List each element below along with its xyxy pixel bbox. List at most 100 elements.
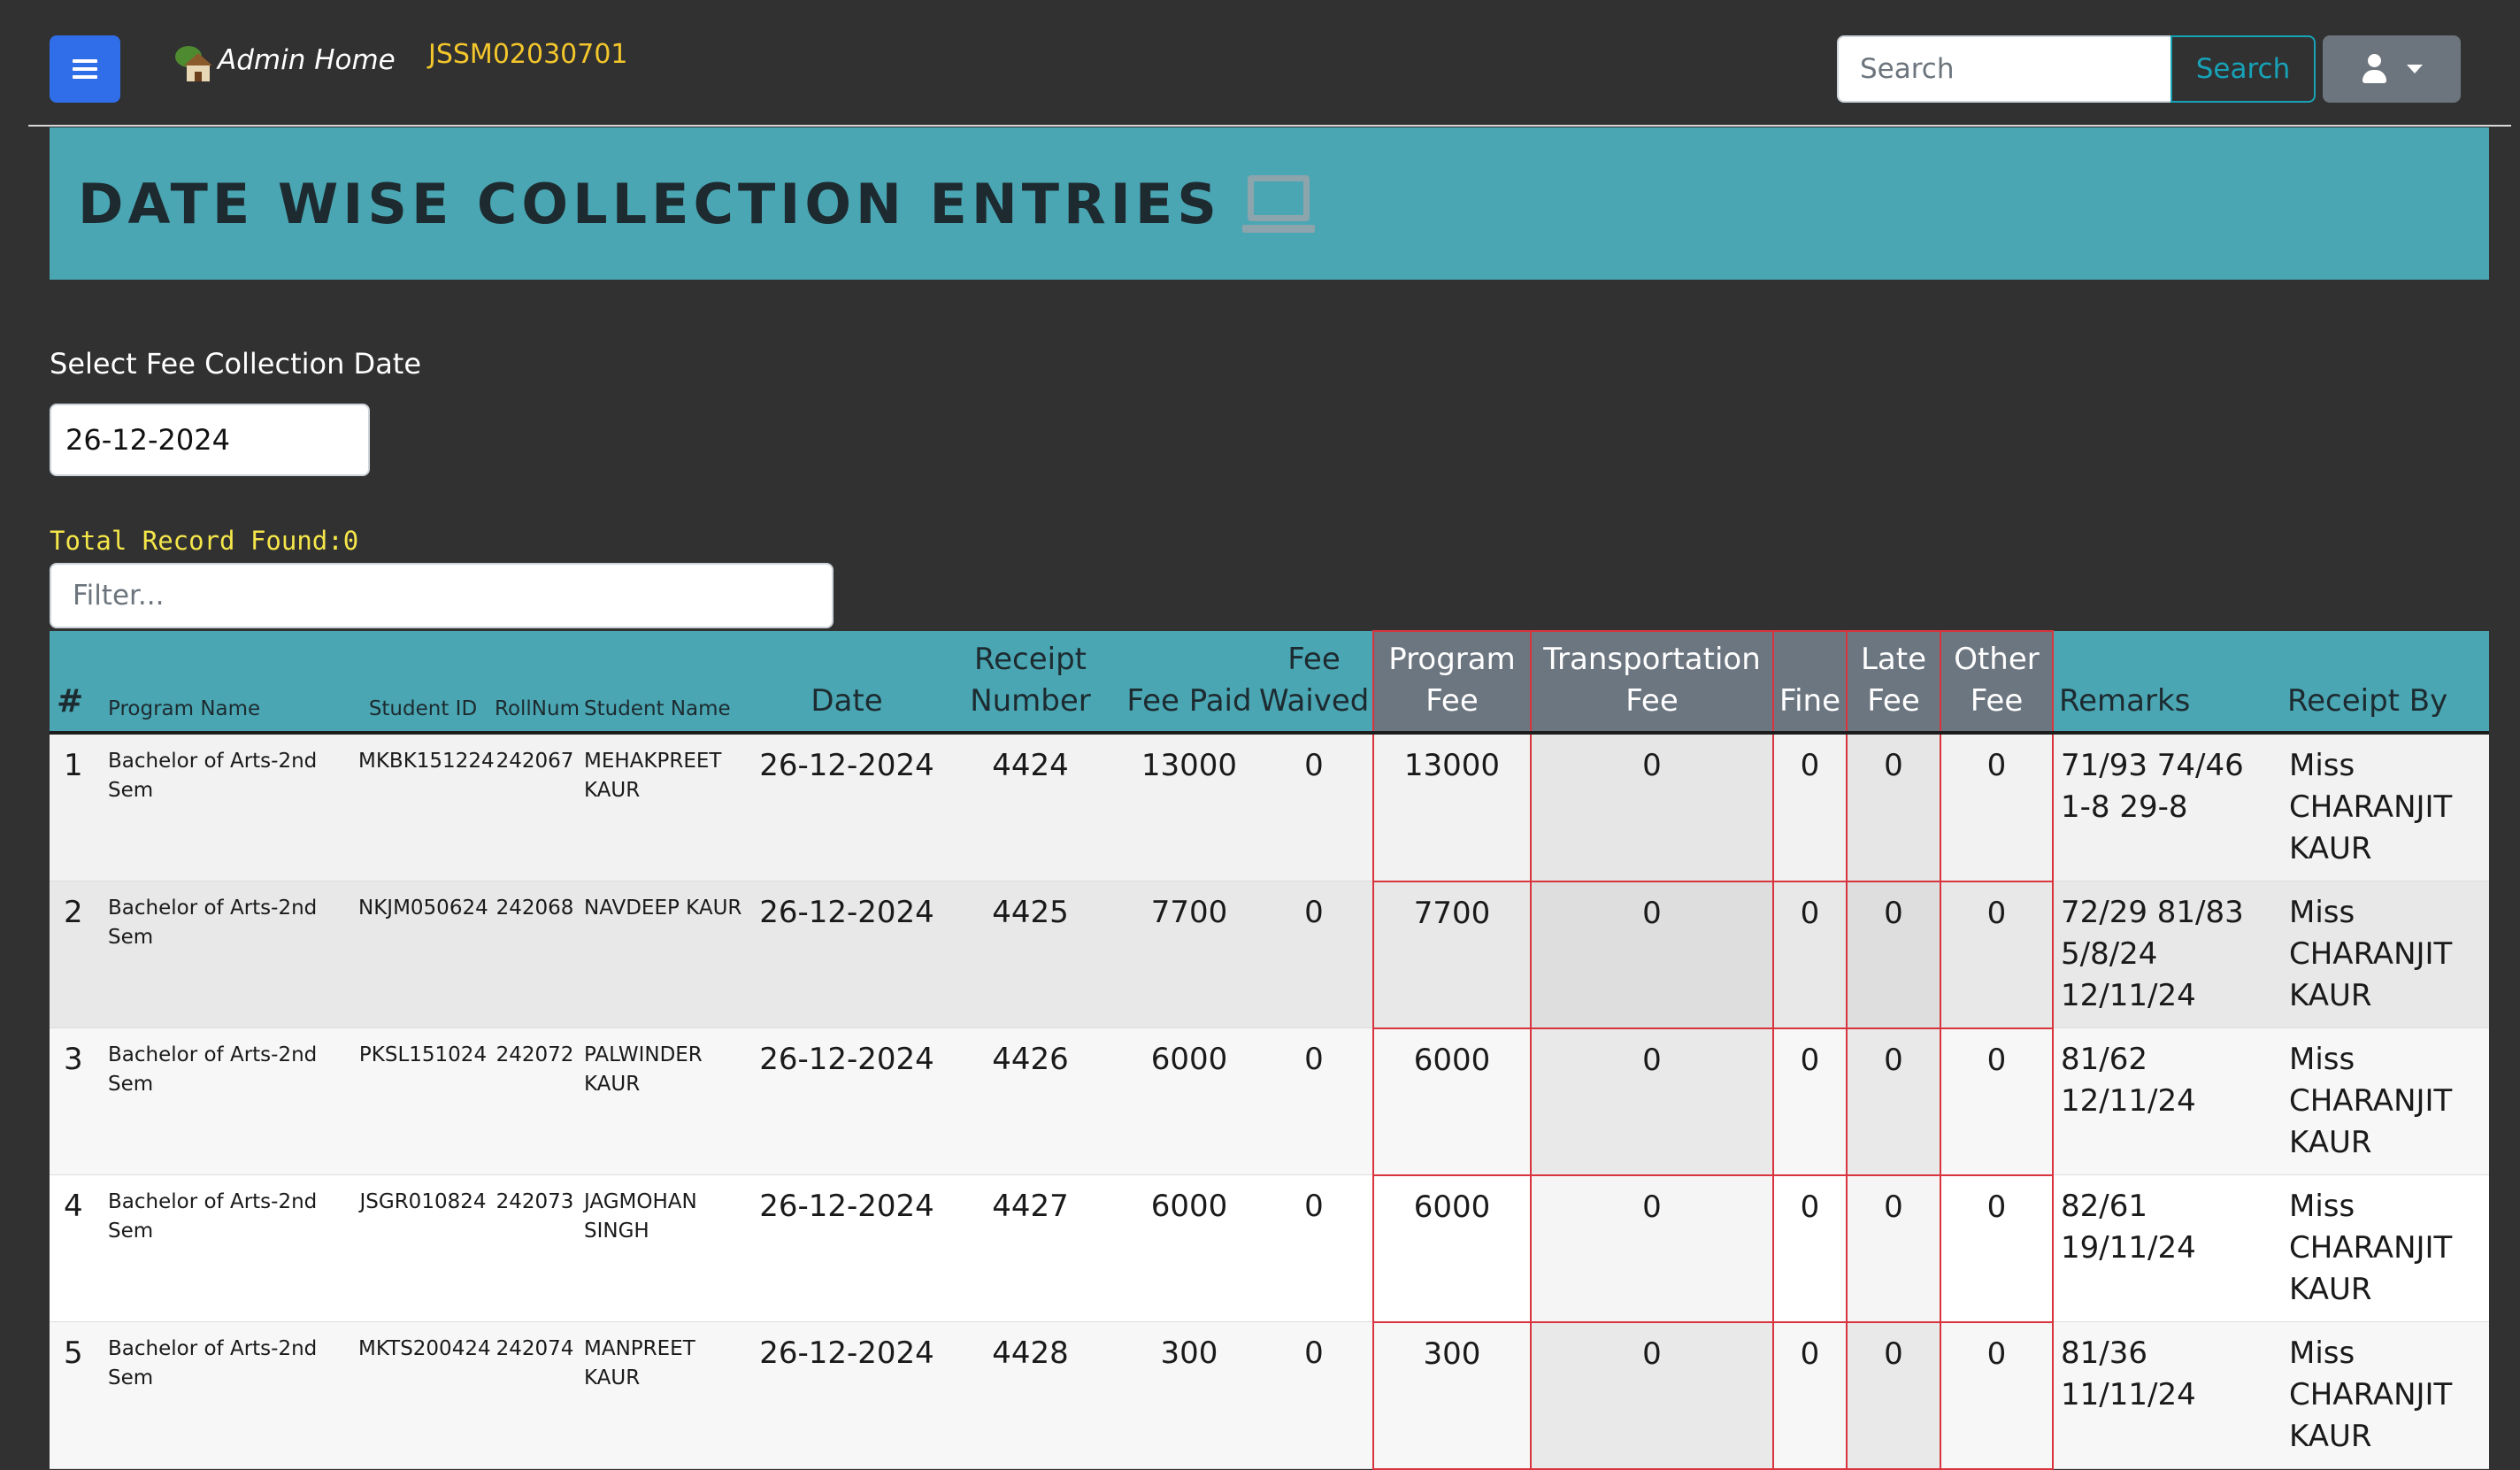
receipt-by-cell: Miss CHARANJIT KAUR: [2282, 1027, 2489, 1175]
roll-num-cell: 242067: [491, 733, 579, 881]
other-fee-cell: 0: [1940, 733, 2054, 882]
receipt-by-cell: Miss CHARANJIT KAUR: [2282, 1174, 2489, 1322]
collection-date-input[interactable]: [50, 404, 370, 476]
search-input[interactable]: [1837, 35, 2171, 103]
late-fee-cell: 0: [1846, 881, 1941, 1029]
col-fine[interactable]: Fine: [1772, 630, 1848, 735]
student-id-cell: MKBK151224: [355, 733, 495, 881]
student-name-cell: JAGMOHAN SINGH: [579, 1174, 756, 1322]
receipt-number-cell: 4427: [938, 1174, 1123, 1322]
date-cell: 26-12-2024: [756, 1321, 938, 1469]
student-id-cell: NKJM050624: [355, 881, 491, 1028]
fine-cell: 0: [1772, 1321, 1848, 1470]
date-cell: 26-12-2024: [756, 1027, 938, 1175]
late-fee-cell: 0: [1846, 1321, 1941, 1470]
admin-home-label: Admin Home: [218, 44, 396, 76]
col-receipt-by[interactable]: Receipt By: [2282, 631, 2489, 735]
program-name-cell: Bachelor of Arts-2nd Sem: [103, 881, 355, 1028]
user-menu-button[interactable]: [2323, 35, 2461, 103]
search-button[interactable]: Search: [2170, 35, 2316, 103]
program-fee-cell: 6000: [1372, 1174, 1532, 1323]
fine-cell: 0: [1772, 881, 1848, 1029]
records-found-text: Total Record Found:0: [50, 526, 359, 556]
col-student-id[interactable]: Student ID: [355, 631, 491, 735]
row-number: 2: [50, 881, 103, 1028]
roll-num-cell: 242072: [491, 1027, 579, 1175]
table-row[interactable]: 5 Bachelor of Arts-2nd Sem MKTS200424 24207…: [50, 1321, 2489, 1470]
col-date[interactable]: Date: [756, 631, 938, 735]
table-header-row: # Program Name Student ID RollNum Studen…: [50, 630, 2489, 735]
table-row[interactable]: 4 Bachelor of Arts-2nd Sem JSGR010824 24207…: [50, 1174, 2489, 1323]
remarks-cell: 71/93 74/46 1-8 29-8: [2053, 733, 2282, 881]
program-fee-cell: 300: [1372, 1321, 1532, 1470]
hamburger-icon: [73, 59, 97, 79]
receipt-number-cell: 4424: [938, 733, 1123, 881]
row-number: 3: [50, 1027, 103, 1175]
institution-code: JSSM02030701: [428, 39, 628, 70]
caret-down-icon: [2407, 65, 2423, 73]
other-fee-cell: 0: [1940, 881, 2054, 1029]
receipt-by-cell: Miss CHARANJIT KAUR: [2282, 881, 2489, 1028]
student-name-cell: MANPREET KAUR: [579, 1321, 756, 1469]
late-fee-cell: 0: [1846, 1174, 1941, 1323]
remarks-cell: 82/61 19/11/24: [2053, 1174, 2282, 1322]
fee-paid-cell: 7700: [1123, 881, 1256, 1028]
receipt-number-cell: 4426: [938, 1027, 1123, 1175]
fee-waived-cell: 0: [1256, 1321, 1373, 1469]
house-icon: [173, 37, 214, 83]
program-name-cell: Bachelor of Arts-2nd Sem: [103, 733, 355, 881]
table-row[interactable]: 3 Bachelor of Arts-2nd Sem PKSL151024 24207…: [50, 1027, 2489, 1176]
row-number: 4: [50, 1174, 103, 1322]
remarks-cell: 81/62 12/11/24: [2053, 1027, 2282, 1175]
menu-toggle-button[interactable]: [50, 35, 120, 103]
late-fee-cell: 0: [1846, 733, 1941, 882]
admin-home-link[interactable]: Admin Home: [173, 37, 396, 83]
receipt-by-cell: Miss CHARANJIT KAUR: [2282, 733, 2489, 881]
student-id-cell: MKTS200424: [355, 1321, 491, 1469]
fee-paid-cell: 300: [1123, 1321, 1256, 1469]
fee-paid-cell: 6000: [1123, 1027, 1256, 1175]
page-title-banner: DATE WISE COLLECTION ENTRIES: [50, 127, 2489, 280]
fee-waived-cell: 0: [1256, 733, 1373, 881]
other-fee-cell: 0: [1940, 1174, 2054, 1323]
col-number[interactable]: #: [50, 631, 103, 735]
transportation-fee-cell: 0: [1530, 1321, 1774, 1470]
table-row[interactable]: 1 Bachelor of Arts-2nd Sem MKBK151224 24206…: [50, 733, 2489, 882]
col-student-name[interactable]: Student Name: [579, 631, 756, 735]
col-program-name[interactable]: Program Name: [103, 631, 355, 735]
program-fee-cell: 6000: [1372, 1027, 1532, 1176]
student-id-cell: JSGR010824: [355, 1174, 491, 1322]
page-title: DATE WISE COLLECTION ENTRIES: [78, 171, 1221, 236]
col-program-fee[interactable]: Program Fee: [1372, 630, 1532, 735]
student-name-cell: PALWINDER KAUR: [579, 1027, 756, 1175]
fee-waived-cell: 0: [1256, 1027, 1373, 1175]
filter-input[interactable]: [50, 563, 834, 628]
program-name-cell: Bachelor of Arts-2nd Sem: [103, 1321, 355, 1469]
navbar-divider: [28, 125, 2511, 127]
transportation-fee-cell: 0: [1530, 881, 1774, 1029]
table-row[interactable]: 2 Bachelor of Arts-2nd Sem NKJM050624 24206…: [50, 881, 2489, 1029]
remarks-cell: 72/29 81/83 5/8/24 12/11/24: [2053, 881, 2282, 1028]
roll-num-cell: 242073: [491, 1174, 579, 1322]
fee-waived-cell: 0: [1256, 1174, 1373, 1322]
col-receipt-number[interactable]: Receipt Number: [938, 631, 1123, 735]
col-transportation-fee[interactable]: Transportation Fee: [1530, 630, 1774, 735]
col-late-fee[interactable]: Late Fee: [1846, 630, 1941, 735]
col-roll-num[interactable]: RollNum: [491, 631, 580, 735]
roll-num-cell: 242074: [491, 1321, 579, 1469]
fee-paid-cell: 6000: [1123, 1174, 1256, 1322]
roll-num-cell: 242068: [491, 881, 579, 1028]
late-fee-cell: 0: [1846, 1027, 1941, 1176]
fine-cell: 0: [1772, 733, 1848, 882]
transportation-fee-cell: 0: [1530, 1027, 1774, 1176]
fee-paid-cell: 13000: [1123, 733, 1256, 881]
date-cell: 26-12-2024: [756, 733, 938, 881]
col-fee-waived[interactable]: Fee Waived: [1256, 631, 1373, 735]
remarks-cell: 81/36 11/11/24: [2053, 1321, 2282, 1469]
col-remarks[interactable]: Remarks: [2053, 631, 2282, 735]
fine-cell: 0: [1772, 1174, 1848, 1323]
col-fee-paid[interactable]: Fee Paid: [1123, 631, 1256, 735]
date-cell: 26-12-2024: [756, 1174, 938, 1322]
row-number: 5: [50, 1321, 103, 1469]
col-other-fee[interactable]: Other Fee: [1940, 630, 2054, 735]
